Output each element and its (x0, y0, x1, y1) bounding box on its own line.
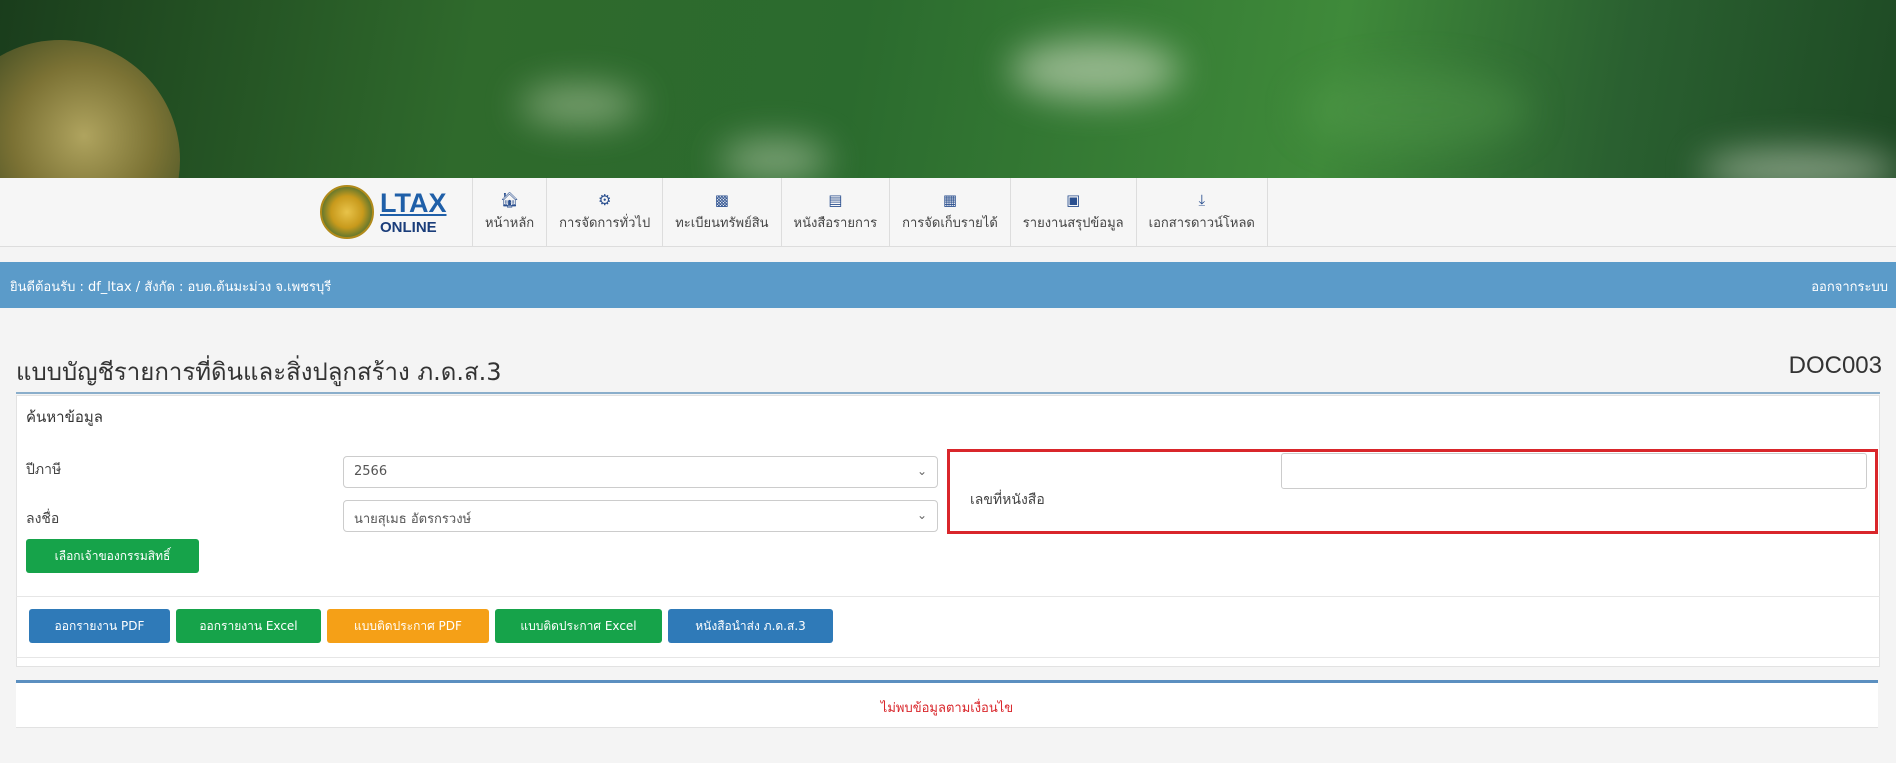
nav-item-summary-report[interactable]: ▣ รายงานสรุปข้อมูล (1009, 178, 1136, 246)
nav-item-downloads[interactable]: ⤓ เอกสารดาวน์โหลด (1135, 178, 1268, 246)
announce-pdf-button[interactable]: แบบติดประกาศ PDF (327, 609, 489, 643)
page-code: DOC003 (1788, 352, 1882, 379)
report-icon: ▣ (1066, 191, 1081, 209)
highlight-box (947, 449, 1878, 534)
logo-title: LTAX (380, 187, 447, 218)
nav-item-home[interactable]: 🏠︎ หน้าหลัก (472, 178, 546, 246)
announce-excel-button[interactable]: แบบติดประกาศ Excel (495, 609, 662, 643)
nav-menu: 🏠︎ หน้าหลัก ⚙ การจัดการทั่วไป ▩ ทะเบียนท… (472, 178, 1268, 246)
title-divider (16, 392, 1880, 394)
select-owner-button[interactable]: เลือกเจ้าของกรรมสิทธิ์ (26, 539, 199, 573)
nav-item-label: การจัดการทั่วไป (559, 216, 651, 231)
calculator-icon: ▦ (942, 191, 958, 209)
nav-item-general-management[interactable]: ⚙ การจัดการทั่วไป (546, 178, 662, 246)
tax-year-select[interactable]: 2566 ⌄ (343, 456, 938, 488)
ltax-logo[interactable]: LTAX ONLINE (320, 184, 460, 240)
section-divider (16, 657, 1880, 658)
nav-item-label: เอกสารดาวน์โหลด (1148, 216, 1255, 231)
signer-value: นายสุเมธ อัตรกรวงษ์ (354, 512, 472, 527)
nav-item-label: หน้าหลัก (485, 216, 535, 231)
banner-planet-graphic (0, 40, 180, 178)
tax-year-value: 2566 (354, 464, 388, 479)
nav-item-label: หนังสือรายการ (793, 216, 878, 231)
section-divider (16, 596, 1880, 597)
logo-subtitle: ONLINE (380, 218, 437, 236)
chevron-down-icon: ⌄ (916, 464, 927, 478)
header-banner (0, 0, 1896, 178)
report-excel-button[interactable]: ออกรายงาน Excel (176, 609, 321, 643)
main-navbar: LTAX ONLINE 🏠︎ หน้าหลัก ⚙ การจัดการทั่วไ… (0, 178, 1896, 247)
page-title: แบบบัญชีรายการที่ดินและสิ่งปลูกสร้าง ภ.ด… (16, 358, 502, 386)
document-icon: ▤ (828, 191, 843, 209)
nav-item-asset-registry[interactable]: ▩ ทะเบียนทรัพย์สิน (662, 178, 780, 246)
nav-item-document-list[interactable]: ▤ หนังสือรายการ (780, 178, 890, 246)
user-info-bar: ยินดีต้อนรับ : df_ltax / สังกัด : อบต.ต้… (0, 262, 1896, 308)
empty-result-message: ไม่พบข้อมูลตามเงื่อนไข (880, 701, 1014, 716)
tax-year-label: ปีภาษี (26, 462, 62, 478)
home-icon: 🏠︎ (500, 191, 520, 209)
signer-label: ลงชื่อ (26, 511, 60, 527)
signer-select[interactable]: นายสุเมธ อัตรกรวงษ์ ⌄ (343, 500, 938, 532)
welcome-text: ยินดีต้อนรับ : df_ltax / สังกัด : อบต.ต้… (10, 280, 332, 295)
cover-letter-button[interactable]: หนังสือนำส่ง ภ.ด.ส.3 (668, 609, 833, 643)
result-panel: ไม่พบข้อมูลตามเงื่อนไข (16, 680, 1878, 728)
nav-item-label: รายงานสรุปข้อมูล (1022, 216, 1124, 231)
nav-item-label: ทะเบียนทรัพย์สิน (675, 216, 769, 231)
download-icon: ⤓ (1198, 191, 1206, 209)
report-pdf-button[interactable]: ออกรายงาน PDF (29, 609, 170, 643)
chevron-down-icon: ⌄ (916, 508, 927, 522)
nav-item-revenue-collection[interactable]: ▦ การจัดเก็บรายได้ (889, 178, 1010, 246)
book-icon: ▩ (714, 191, 729, 209)
nav-item-label: การจัดเก็บรายได้ (902, 216, 998, 231)
cogs-icon: ⚙ (597, 191, 612, 209)
seal-icon (320, 185, 374, 239)
section-title: ค้นหาข้อมูล (26, 408, 103, 426)
logout-link[interactable]: ออกจากระบบ (1811, 276, 1888, 297)
